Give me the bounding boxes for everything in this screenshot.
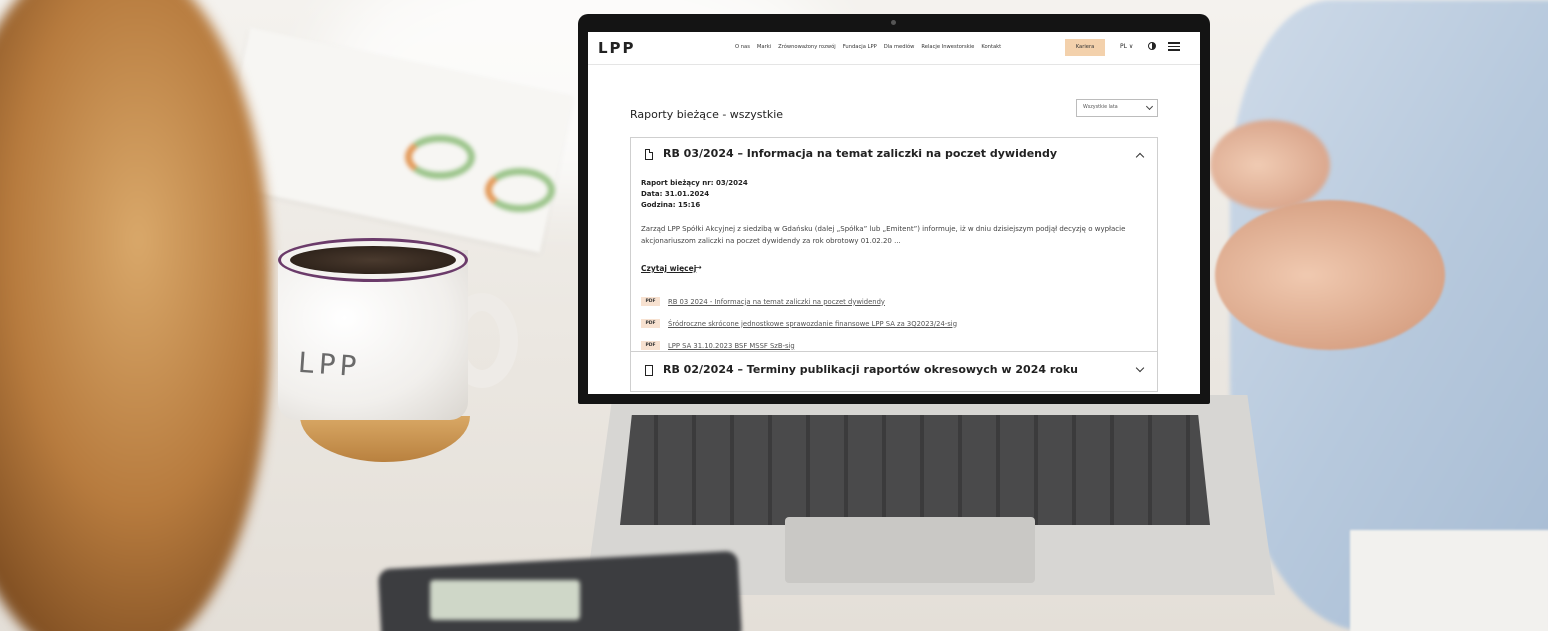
pdf-link[interactable]: Śródroczne skrócone jednostkowe sprawozd… xyxy=(668,320,957,328)
document-paper xyxy=(1350,530,1548,631)
chevron-up-icon[interactable] xyxy=(1135,152,1145,162)
read-more-link[interactable]: Czytaj więcej xyxy=(641,264,696,273)
report-number: Raport bieżący nr: 03/2024 xyxy=(641,179,748,187)
document-icon xyxy=(645,149,653,160)
pdf-file-row: PDF RB 03 2024 - Informacja na temat zal… xyxy=(641,296,885,307)
nav-fundacja-lpp[interactable]: Fundacja LPP xyxy=(843,44,877,50)
laptop-touchpad xyxy=(785,517,1035,583)
report-accordion-collapsed[interactable]: RB 02/2024 – Terminy publikacji raportów… xyxy=(630,352,1158,392)
report-time: Godzina: 15:16 xyxy=(641,201,701,209)
nav-zrownowazony-rozwoj[interactable]: Zrównoważony rozwój xyxy=(778,44,836,50)
report-accordion-expanded: RB 03/2024 – Informacja na temat zaliczk… xyxy=(630,137,1158,352)
nav-dla-mediow[interactable]: Dla mediów xyxy=(884,44,915,50)
coffee-mug: LPP xyxy=(278,238,518,462)
top-navigation: LPP O nas Marki Zrównoważony rozwój Fund… xyxy=(588,32,1200,65)
pdf-icon: PDF xyxy=(641,297,660,306)
pdf-file-row: PDF Śródroczne skrócone jednostkowe spra… xyxy=(641,318,957,329)
chevron-down-icon[interactable] xyxy=(1135,363,1145,373)
report-description: Zarząd LPP Spółki Akcyjnej z siedzibą w … xyxy=(641,225,1126,245)
laptop-screen: LPP O nas Marki Zrównoważony rozwój Fund… xyxy=(588,32,1200,394)
nav-o-nas[interactable]: O nas xyxy=(735,44,750,50)
person-hair-foreground xyxy=(0,0,270,631)
nav-kontakt[interactable]: Kontakt xyxy=(981,44,1001,50)
nav-marki[interactable]: Marki xyxy=(757,44,771,50)
donut-chart-printout xyxy=(485,168,555,212)
lpp-logo[interactable]: LPP xyxy=(598,39,636,57)
pdf-icon: PDF xyxy=(641,319,660,328)
report-header[interactable]: RB 03/2024 – Informacja na temat zaliczk… xyxy=(631,138,1157,172)
year-filter-select[interactable]: Wszystkie lata xyxy=(1076,99,1158,117)
contrast-icon[interactable] xyxy=(1148,42,1156,50)
nav-relacje-inwestorskie[interactable]: Relacje Inwestorskie xyxy=(921,44,974,50)
pdf-link[interactable]: RB 03 2024 - Informacja na temat zaliczk… xyxy=(668,298,885,306)
coffee xyxy=(290,246,456,274)
person-hand xyxy=(1210,120,1330,210)
webcam-icon xyxy=(891,20,896,25)
pdf-file-row: PDF LPP SA 31.10.2023 BSF MSSF SzB-sig xyxy=(641,340,795,351)
pdf-link[interactable]: LPP SA 31.10.2023 BSF MSSF SzB-sig xyxy=(668,342,795,350)
mug-logo: LPP xyxy=(296,345,362,384)
document-icon xyxy=(645,365,653,376)
report-date: Data: 31.01.2024 xyxy=(641,190,710,198)
pdf-icon: PDF xyxy=(641,341,660,350)
laptop-screen-bezel: LPP O nas Marki Zrównoważony rozwój Fund… xyxy=(578,14,1210,404)
page-title: Raporty bieżące - wszystkie xyxy=(630,108,784,121)
donut-chart-printout xyxy=(405,135,475,179)
report-meta: Raport bieżący nr: 03/2024 Data: 31.01.2… xyxy=(641,178,748,211)
language-selector[interactable]: PL ∨ xyxy=(1120,43,1133,50)
laptop-keyboard xyxy=(620,415,1210,525)
chevron-down-icon xyxy=(1145,102,1154,111)
arrow-right-icon: → xyxy=(695,263,702,272)
career-button[interactable]: Kariera xyxy=(1065,39,1105,56)
main-menu: O nas Marki Zrównoważony rozwój Fundacja… xyxy=(735,44,1001,50)
wooden-coaster xyxy=(300,416,470,462)
hamburger-menu-icon[interactable] xyxy=(1168,42,1180,51)
year-filter-value: Wszystkie lata xyxy=(1083,105,1118,110)
person-hands xyxy=(1215,200,1445,350)
calculator-screen xyxy=(430,580,580,620)
report-title[interactable]: RB 02/2024 – Terminy publikacji raportów… xyxy=(663,363,1078,376)
photo-scene: LPP LPP O nas Marki Zrównoważony rozwój … xyxy=(0,0,1548,631)
report-title[interactable]: RB 03/2024 – Informacja na temat zaliczk… xyxy=(663,147,1057,160)
